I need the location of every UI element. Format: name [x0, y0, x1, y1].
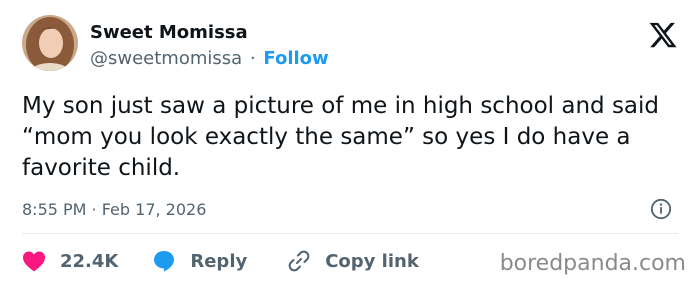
tweet-card: Sweet Momissa @sweetmomissa · Follow My … — [0, 0, 700, 287]
author-handle[interactable]: @sweetmomissa — [90, 48, 242, 69]
copy-link-label: Copy link — [325, 250, 419, 272]
copy-link-button[interactable]: Copy link — [287, 249, 419, 273]
tweet-timestamp[interactable]: 8:55 PM · Feb 17, 2026 — [22, 200, 206, 219]
reply-label: Reply — [190, 250, 248, 272]
action-bar: 22.4K Reply Copy link — [22, 248, 419, 274]
watermark: boredpanda.com — [499, 251, 686, 276]
divider — [22, 233, 678, 234]
author-handle-row: @sweetmomissa · Follow — [90, 48, 329, 69]
like-button[interactable]: 22.4K — [22, 250, 118, 272]
author-display-name[interactable]: Sweet Momissa — [90, 22, 248, 43]
like-count: 22.4K — [60, 250, 119, 272]
avatar-image — [22, 15, 78, 71]
reply-button[interactable]: Reply — [152, 249, 247, 273]
heart-icon — [23, 251, 45, 272]
separator-dot: · — [249, 48, 256, 69]
info-icon[interactable] — [650, 198, 672, 220]
link-icon — [288, 250, 310, 272]
x-logo-icon[interactable] — [648, 20, 678, 50]
follow-button[interactable]: Follow — [263, 48, 328, 69]
speech-bubble-icon — [154, 251, 175, 272]
tweet-text: My son just saw a picture of me in high … — [22, 93, 660, 181]
avatar[interactable] — [22, 15, 78, 71]
